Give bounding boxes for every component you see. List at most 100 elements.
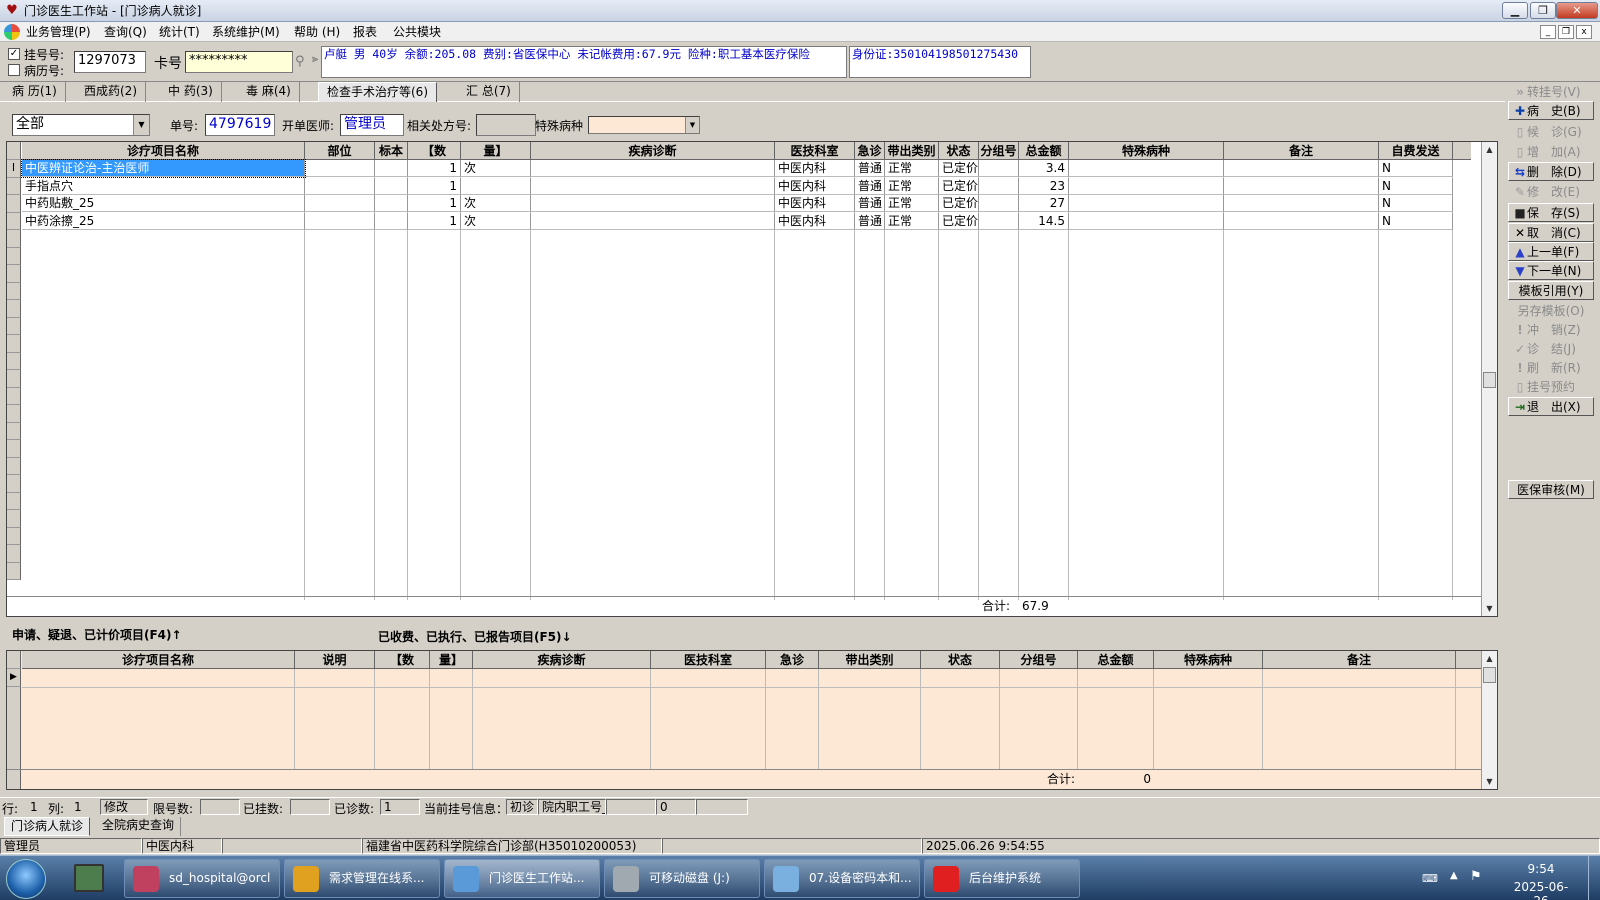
table-cell[interactable] xyxy=(461,177,531,195)
chevron-down-icon[interactable]: ▼ xyxy=(133,115,149,135)
action-button-9[interactable]: ▼ 下一单(N) xyxy=(1508,261,1594,280)
row-selector[interactable] xyxy=(7,352,21,370)
completed-items-label[interactable]: 已收费、已执行、已报告项目(F5)↓ xyxy=(378,628,572,645)
table-cell[interactable]: N xyxy=(1379,177,1453,195)
table-cell[interactable]: 中医内科 xyxy=(775,160,855,177)
table-cell[interactable]: 正常 xyxy=(885,212,939,230)
row-selector[interactable] xyxy=(7,457,21,475)
taskbar-item-2[interactable]: 门诊医生工作站... xyxy=(444,859,600,898)
column-header[interactable]: 特殊病种 xyxy=(1069,142,1224,160)
table-cell[interactable]: 1 xyxy=(408,195,461,212)
table-cell[interactable] xyxy=(531,195,775,212)
monitor-icon[interactable] xyxy=(74,864,104,892)
table-cell[interactable] xyxy=(531,160,775,177)
network-icon[interactable]: ⚑ xyxy=(1470,869,1482,884)
action-button-4[interactable]: ⇆ 删 除(D) xyxy=(1508,162,1594,181)
table-cell[interactable]: 中医辨证论治-主治医师 xyxy=(21,159,306,178)
taskbar-item-1[interactable]: 需求管理在线系... xyxy=(284,859,440,898)
table-cell[interactable] xyxy=(305,212,375,230)
restore-button[interactable]: ❐ xyxy=(1530,2,1556,19)
tab-western-medicine[interactable]: 西成药(2) xyxy=(76,82,146,102)
table-cell[interactable] xyxy=(1224,195,1379,212)
row-selector[interactable] xyxy=(7,510,21,528)
table-cell[interactable]: 普通 xyxy=(855,160,885,177)
column-header[interactable]: 诊疗项目名称 xyxy=(22,142,305,160)
tab-chinese-medicine[interactable]: 中 药(3) xyxy=(160,82,222,102)
table-cell[interactable]: 手指点穴 xyxy=(22,177,305,195)
row-selector[interactable] xyxy=(7,405,21,423)
column-header[interactable]: 总金额 xyxy=(1078,651,1154,669)
reg-checkbox[interactable]: ✓ xyxy=(8,48,20,60)
table-cell[interactable]: 普通 xyxy=(855,177,885,195)
close-button[interactable]: ✕ xyxy=(1556,2,1598,19)
table-cell[interactable] xyxy=(375,177,408,195)
table-cell[interactable]: 14.5 xyxy=(1019,212,1069,230)
table-cell[interactable] xyxy=(375,212,408,230)
row-selector[interactable] xyxy=(7,317,21,335)
menu-business[interactable]: 业务管理(P) xyxy=(22,24,95,40)
windows-start-icon[interactable] xyxy=(6,859,46,899)
taskbar-item-0[interactable]: sd_hospital@orcl xyxy=(124,859,280,898)
table-cell[interactable]: 次 xyxy=(461,212,531,230)
taskbar-item-5[interactable]: 后台维护系统 xyxy=(924,859,1080,898)
column-header[interactable]: 标本 xyxy=(375,142,408,160)
table-cell[interactable]: 中医内科 xyxy=(775,177,855,195)
row-selector[interactable] xyxy=(7,195,21,213)
row-selector[interactable] xyxy=(7,475,21,493)
scroll-up-icon[interactable]: ▲ xyxy=(1482,651,1497,666)
row-selector[interactable]: I xyxy=(7,160,21,178)
table-cell[interactable]: 中医内科 xyxy=(775,212,855,230)
table-cell[interactable]: 次 xyxy=(461,195,531,212)
scroll-up-icon[interactable]: ▲ xyxy=(1482,142,1497,157)
table-cell[interactable]: 中药贴敷_25 xyxy=(22,195,305,212)
column-header[interactable]: 总金额 xyxy=(1019,142,1069,160)
table-cell[interactable] xyxy=(1224,212,1379,230)
vertical-scrollbar[interactable]: ▲ ▼ xyxy=(1481,651,1497,789)
related-input[interactable] xyxy=(476,114,536,136)
menu-query[interactable]: 查询(Q) xyxy=(100,24,151,40)
menu-report[interactable]: 报表 xyxy=(349,24,381,40)
table-cell[interactable]: N xyxy=(1379,160,1453,177)
column-header[interactable]: 诊疗项目名称 xyxy=(22,651,295,669)
column-header[interactable]: 带出类别 xyxy=(819,651,921,669)
tab-exam-surgery[interactable]: 检查手术治疗等(6) xyxy=(318,82,437,102)
column-header[interactable]: 疾病诊断 xyxy=(531,142,775,160)
row-selector[interactable] xyxy=(7,230,21,248)
table-cell[interactable] xyxy=(305,160,375,177)
row-selector[interactable] xyxy=(7,282,21,300)
table-cell[interactable]: 已定价 xyxy=(939,160,979,177)
row-selector[interactable] xyxy=(7,387,21,405)
menu-system[interactable]: 系统维护(M) xyxy=(208,24,284,40)
table-cell[interactable]: 普通 xyxy=(855,212,885,230)
pending-items-label[interactable]: 申请、疑退、已计价项目(F4)↑ xyxy=(12,626,182,643)
record-checkbox[interactable] xyxy=(8,64,20,76)
action-button-1[interactable]: ✚ 病 史(B) xyxy=(1508,101,1594,120)
table-cell[interactable]: N xyxy=(1379,212,1453,230)
insurance-review-button[interactable]: 医保审核(M) xyxy=(1508,480,1594,499)
column-header[interactable]: 分组号 xyxy=(979,142,1019,160)
card-number-input[interactable]: ********* xyxy=(185,51,293,73)
row-selector[interactable] xyxy=(7,545,21,563)
action-button-6[interactable]: ■保 存(S) xyxy=(1508,203,1594,222)
table-cell[interactable]: 已定价 xyxy=(939,212,979,230)
table-cell[interactable]: 正常 xyxy=(885,160,939,177)
table-cell[interactable] xyxy=(979,177,1019,195)
row-selector[interactable] xyxy=(7,335,21,353)
column-header[interactable]: 医技科室 xyxy=(775,142,855,160)
column-header[interactable]: 量】 xyxy=(430,651,473,669)
scroll-down-icon[interactable]: ▼ xyxy=(1482,601,1497,616)
special-disease-select[interactable]: ▼ xyxy=(588,116,700,134)
chevron-down-icon[interactable]: ▼ xyxy=(685,117,699,133)
doctor-input[interactable]: 管理员 xyxy=(340,114,404,136)
scroll-thumb[interactable] xyxy=(1483,667,1496,683)
table-cell[interactable]: 正常 xyxy=(885,195,939,212)
table-cell[interactable] xyxy=(305,177,375,195)
column-header[interactable]: 疾病诊断 xyxy=(473,651,651,669)
row-selector[interactable] xyxy=(7,247,21,265)
tray-expand-icon[interactable]: ▲ xyxy=(1450,870,1458,881)
row-selector[interactable] xyxy=(7,492,21,510)
table-cell[interactable] xyxy=(979,160,1019,177)
row-selector[interactable] xyxy=(7,370,21,388)
tab-medical-record[interactable]: 病 历(1) xyxy=(4,82,66,102)
table-cell[interactable]: 23 xyxy=(1019,177,1069,195)
